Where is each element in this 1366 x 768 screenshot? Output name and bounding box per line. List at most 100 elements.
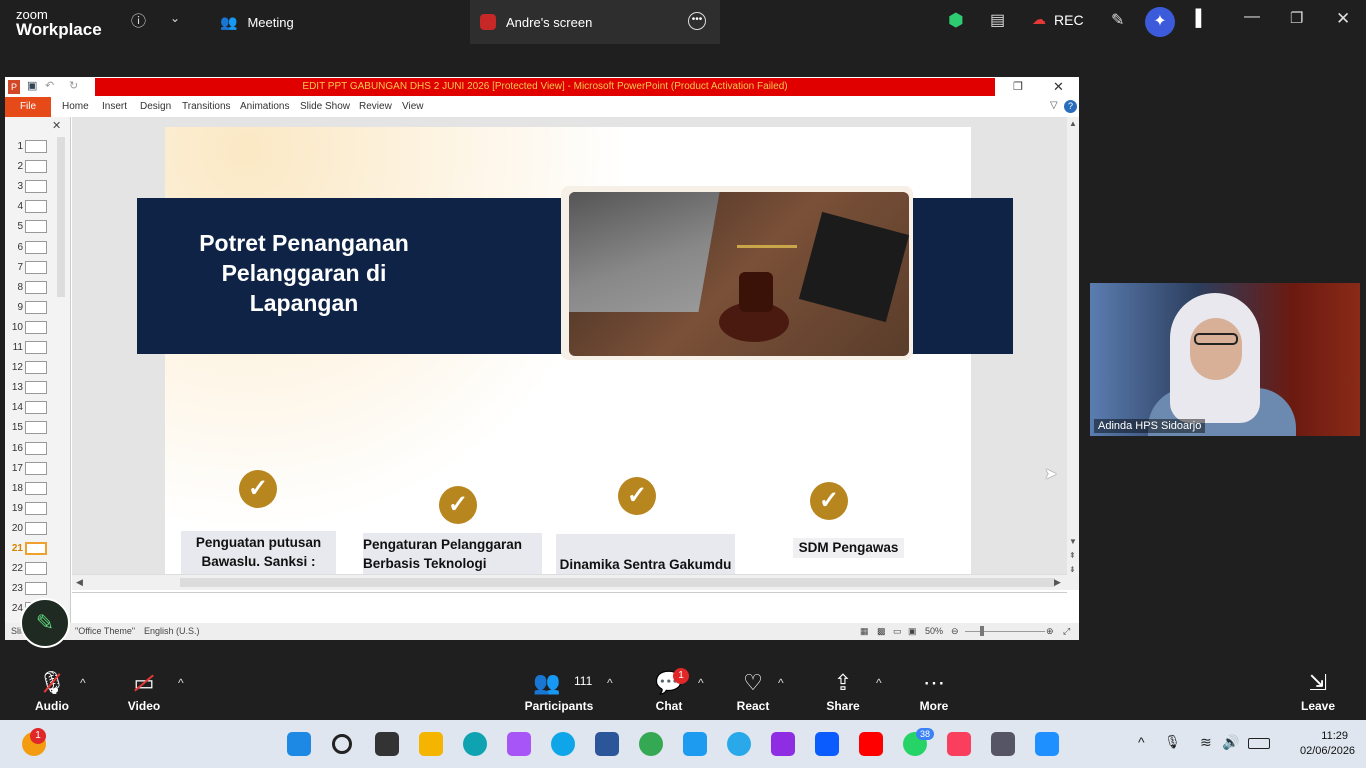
file-explorer-icon[interactable] bbox=[419, 732, 443, 756]
chat-button[interactable]: 💬 1 Chat bbox=[629, 662, 709, 720]
tab-transitions[interactable]: Transitions bbox=[182, 101, 231, 112]
normal-view-icon[interactable]: ▦ bbox=[860, 626, 869, 637]
zoom-level[interactable]: 50% bbox=[925, 626, 943, 636]
scroll-left-icon[interactable]: ◀ bbox=[76, 577, 83, 588]
battery-icon[interactable] bbox=[1248, 738, 1270, 749]
ai-companion-icon[interactable]: ✦ bbox=[1145, 7, 1175, 37]
share-options-caret[interactable]: ^ bbox=[876, 676, 882, 690]
vertical-scrollbar[interactable]: ▲ ▼ ⇞ ⇟ bbox=[1067, 117, 1079, 590]
slideshow-view-icon[interactable]: ▣ bbox=[908, 626, 917, 637]
copilot-icon[interactable] bbox=[507, 732, 531, 756]
reading-view-icon[interactable]: ▭ bbox=[893, 626, 902, 637]
zoom-app-icon[interactable] bbox=[815, 732, 839, 756]
search-icon[interactable] bbox=[332, 734, 352, 754]
zoom-slider[interactable] bbox=[965, 631, 1045, 632]
shield-icon[interactable]: ⬢ bbox=[948, 10, 964, 31]
panel-icon[interactable]: ▐ bbox=[1190, 10, 1201, 28]
chrome-icon[interactable] bbox=[639, 732, 663, 756]
youtube-icon[interactable] bbox=[859, 732, 883, 756]
tray-chevron-icon[interactable]: ^ bbox=[1138, 734, 1145, 750]
horizontal-scrollbar[interactable]: ◀ ▶ bbox=[72, 574, 1067, 590]
video-button[interactable]: ▭ Video bbox=[104, 662, 184, 720]
thumbs-close-icon[interactable]: ✕ bbox=[52, 119, 61, 132]
slide-thumbnail[interactable]: 13 bbox=[5, 378, 71, 398]
start-icon[interactable] bbox=[287, 732, 311, 756]
app-gear-icon[interactable] bbox=[991, 732, 1015, 756]
next-slide-icon[interactable]: ⇟ bbox=[1069, 565, 1076, 574]
info-icon[interactable]: ⓘ bbox=[131, 10, 146, 31]
tab-meeting[interactable]: 👥 Meeting bbox=[220, 0, 460, 44]
notes-icon[interactable]: ▤ bbox=[990, 10, 1005, 30]
undo-icon[interactable]: ↶ bbox=[45, 79, 54, 92]
slide-thumbnail[interactable]: 20 bbox=[5, 519, 71, 539]
minimize-icon[interactable]: — bbox=[1244, 8, 1260, 26]
wifi-icon[interactable]: ≋ bbox=[1200, 734, 1212, 751]
app-3-icon[interactable] bbox=[683, 732, 707, 756]
slide-thumbnail[interactable]: 23 bbox=[5, 579, 71, 599]
slide-thumbnail[interactable]: 19 bbox=[5, 499, 71, 519]
slide-thumbnail[interactable]: 10 bbox=[5, 318, 71, 338]
more-button[interactable]: ⋯ More bbox=[894, 662, 974, 720]
notes-pane[interactable] bbox=[72, 592, 1067, 624]
scroll-down-icon[interactable]: ▼ bbox=[1069, 537, 1077, 546]
zoom-slider-thumb[interactable] bbox=[980, 626, 984, 636]
slide-thumbnail[interactable]: 14 bbox=[5, 398, 71, 418]
participant-video-tile[interactable] bbox=[1090, 283, 1360, 436]
slide-thumbnail[interactable]: 15 bbox=[5, 418, 71, 438]
rec-label[interactable]: REC bbox=[1054, 12, 1084, 28]
react-button[interactable]: ♡ React bbox=[713, 662, 793, 720]
tab-file[interactable]: File bbox=[5, 97, 51, 117]
more-options-icon[interactable]: ••• bbox=[688, 12, 706, 30]
edge-dev-icon[interactable] bbox=[463, 732, 487, 756]
tab-design[interactable]: Design bbox=[140, 101, 171, 112]
app-photo-icon[interactable] bbox=[1035, 732, 1059, 756]
tab-insert[interactable]: Insert bbox=[102, 101, 127, 112]
slide-thumbnail[interactable]: 17 bbox=[5, 459, 71, 479]
hscroll-thumb[interactable] bbox=[180, 578, 1055, 587]
slide-thumbnail[interactable]: 21 bbox=[5, 539, 71, 559]
tab-shared-screen[interactable]: Andre's screen ••• bbox=[470, 0, 720, 44]
zoom-out-icon[interactable]: ⊖ bbox=[951, 626, 959, 637]
restore-icon[interactable]: ❐ bbox=[1290, 9, 1303, 27]
annotate-pen-button[interactable]: ✎ bbox=[20, 598, 70, 648]
music-icon[interactable] bbox=[947, 732, 971, 756]
ppt-restore-icon[interactable]: ❐ bbox=[1013, 80, 1023, 93]
slide-thumbnail[interactable]: 18 bbox=[5, 479, 71, 499]
status-language[interactable]: English (U.S.) bbox=[144, 626, 200, 636]
tab-review[interactable]: Review bbox=[359, 101, 392, 112]
slide-thumbnail[interactable]: 11 bbox=[5, 338, 71, 358]
fit-window-icon[interactable]: ⤢ bbox=[1063, 626, 1070, 637]
pdf-icon[interactable] bbox=[771, 732, 795, 756]
thumbs-scrollbar[interactable] bbox=[57, 137, 65, 297]
word-icon[interactable] bbox=[595, 732, 619, 756]
react-options-caret[interactable]: ^ bbox=[778, 676, 784, 690]
slide-thumbnail[interactable]: 22 bbox=[5, 559, 71, 579]
scroll-right-icon[interactable]: ▶ bbox=[1054, 577, 1061, 588]
help-icon[interactable]: ? bbox=[1064, 100, 1077, 113]
audio-options-caret[interactable]: ^ bbox=[80, 676, 86, 690]
ppt-close-icon[interactable]: ✕ bbox=[1053, 79, 1064, 95]
task-view-icon[interactable] bbox=[375, 732, 399, 756]
ribbon-collapse-icon[interactable]: ▽ bbox=[1050, 100, 1058, 111]
telegram-icon[interactable] bbox=[727, 732, 751, 756]
participants-button[interactable]: 👥 111 Participants bbox=[519, 662, 599, 720]
share-button[interactable]: ⇪ Share bbox=[803, 662, 883, 720]
annotate-icon[interactable]: ✎ bbox=[1111, 10, 1124, 30]
tab-slide-show[interactable]: Slide Show bbox=[300, 101, 350, 112]
prev-slide-icon[interactable]: ⇞ bbox=[1069, 551, 1076, 560]
tab-home[interactable]: Home bbox=[62, 101, 89, 112]
scroll-up-icon[interactable]: ▲ bbox=[1069, 119, 1077, 128]
volume-icon[interactable]: 🔊 bbox=[1222, 734, 1239, 751]
slide-thumbnail[interactable]: 12 bbox=[5, 358, 71, 378]
participants-options-caret[interactable]: ^ bbox=[607, 676, 613, 690]
tab-view[interactable]: View bbox=[402, 101, 424, 112]
sorter-view-icon[interactable]: ▩ bbox=[877, 626, 886, 637]
tab-animations[interactable]: Animations bbox=[240, 101, 289, 112]
leave-button[interactable]: ⇲ Leave bbox=[1278, 662, 1358, 720]
video-options-caret[interactable]: ^ bbox=[178, 676, 184, 690]
save-icon[interactable]: ▣ bbox=[27, 79, 37, 92]
chat-options-caret[interactable]: ^ bbox=[698, 676, 704, 690]
taskbar-clock[interactable]: 11:29 02/06/2026 bbox=[1300, 729, 1355, 759]
edge-icon[interactable] bbox=[551, 732, 575, 756]
slide-thumbnail[interactable]: 9 bbox=[5, 298, 71, 318]
